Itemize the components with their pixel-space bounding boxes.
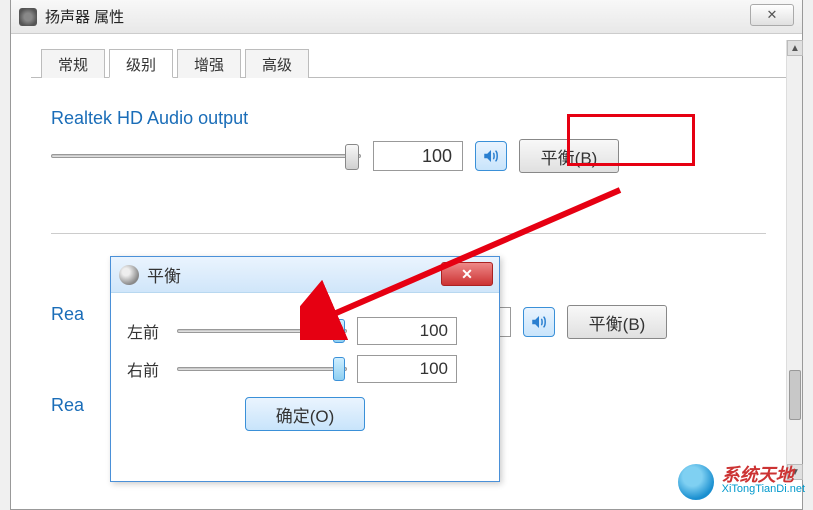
tab-bar: 常规 级别 增强 高级 — [31, 48, 802, 78]
slider-track-line — [51, 154, 361, 158]
dialog-title: 平衡 — [147, 262, 181, 287]
left-front-slider[interactable] — [177, 319, 347, 343]
balance2-button[interactable]: 平衡(B) — [567, 305, 667, 339]
left-front-value[interactable]: 100 — [357, 317, 457, 345]
dialog-titlebar: 平衡 ✕ — [111, 257, 499, 293]
ok-button[interactable]: 确定(O) — [245, 397, 365, 431]
mute2-button[interactable] — [523, 307, 555, 337]
highlight-annotation — [567, 114, 695, 166]
slider-thumb[interactable] — [333, 319, 345, 343]
right-front-label: 右前 — [127, 357, 167, 381]
tab-levels[interactable]: 级别 — [109, 49, 173, 78]
watermark-line1: 系统天地 — [722, 468, 805, 482]
close-icon: ✕ — [767, 7, 778, 23]
app-icon — [19, 8, 37, 26]
watermark: 系统天地 XiTongTianDi.net — [676, 462, 805, 502]
scrollbar[interactable]: ▲ ▼ — [786, 40, 802, 480]
tab-enhancements[interactable]: 增强 — [177, 49, 241, 78]
left-front-label: 左前 — [127, 319, 167, 343]
watermark-logo-icon — [676, 462, 716, 502]
titlebar: 扬声器 属性 ✕ — [11, 0, 802, 34]
speaker-icon — [530, 313, 548, 331]
slider-track-line — [177, 329, 347, 333]
window-title: 扬声器 属性 — [45, 6, 124, 27]
slider-track-line — [177, 367, 347, 371]
watermark-line2: XiTongTianDi.net — [722, 482, 805, 496]
right-front-slider[interactable] — [177, 357, 347, 381]
tab-advanced[interactable]: 高级 — [245, 49, 309, 78]
close-icon: ✕ — [461, 266, 473, 283]
window-close-button[interactable]: ✕ — [750, 4, 794, 26]
volume-value[interactable]: 100 — [373, 141, 463, 171]
speaker-icon — [482, 147, 500, 165]
watermark-text: 系统天地 XiTongTianDi.net — [722, 468, 805, 496]
divider — [51, 233, 766, 234]
scroll-thumb[interactable] — [789, 370, 801, 420]
volume-slider[interactable] — [51, 143, 361, 169]
balance-row-right: 右前 100 — [127, 355, 483, 383]
dialog-body: 左前 100 右前 100 确定(O) — [111, 293, 499, 441]
balance-dialog: 平衡 ✕ 左前 100 右前 100 确定(O) — [110, 256, 500, 482]
slider-thumb[interactable] — [333, 357, 345, 381]
right-front-value[interactable]: 100 — [357, 355, 457, 383]
dialog-close-button[interactable]: ✕ — [441, 262, 493, 286]
mute-button[interactable] — [475, 141, 507, 171]
tab-general[interactable]: 常规 — [41, 49, 105, 78]
slider-thumb[interactable] — [345, 144, 359, 170]
scroll-up-button[interactable]: ▲ — [787, 40, 803, 56]
balance-row-left: 左前 100 — [127, 317, 483, 345]
dialog-icon — [119, 265, 139, 285]
